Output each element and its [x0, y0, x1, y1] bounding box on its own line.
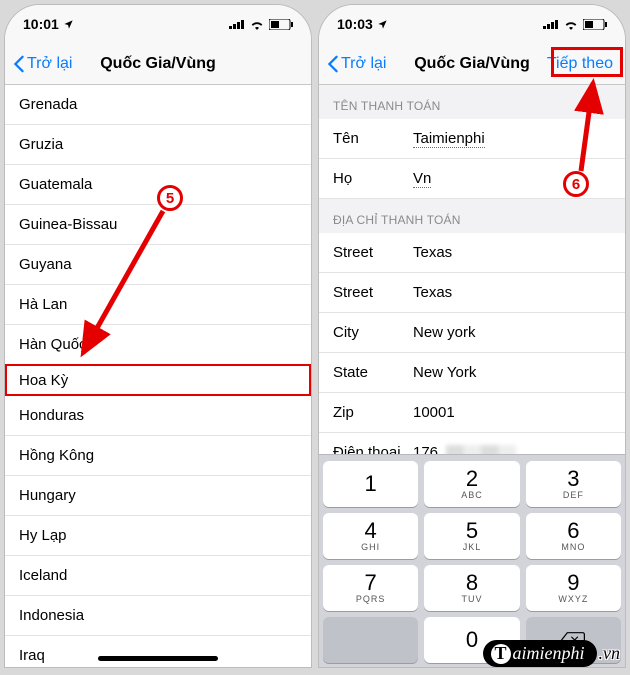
chevron-left-icon: [327, 55, 339, 73]
back-label: Trở lại: [27, 55, 72, 73]
location-icon: [377, 19, 388, 30]
callout-6: 6: [563, 171, 589, 197]
phone-right: 10:03 Trở lại Quốc Gia/Vùng Tiếp theo TÊ…: [318, 4, 626, 668]
battery-icon: [583, 19, 607, 30]
country-row[interactable]: Indonesia: [5, 596, 311, 636]
country-row[interactable]: Iraq: [5, 636, 311, 668]
country-row[interactable]: Hy Lạp: [5, 516, 311, 556]
key-2[interactable]: 2ABC: [424, 461, 519, 507]
field-label: Tên: [333, 130, 413, 147]
field-label: Zip: [333, 404, 413, 421]
wifi-icon: [249, 19, 265, 30]
form-row[interactable]: StreetTexas: [319, 233, 625, 273]
watermark-t-icon: T: [491, 644, 511, 664]
signal-icon: [229, 19, 245, 29]
field-label: Street: [333, 244, 413, 261]
country-row[interactable]: Honduras: [5, 396, 311, 436]
country-list[interactable]: GrenadaGruziaGuatemalaGuinea-BissauGuyan…: [5, 85, 311, 668]
key-1[interactable]: 1: [323, 461, 418, 507]
back-button[interactable]: Trở lại: [13, 55, 72, 73]
home-indicator[interactable]: [98, 656, 218, 661]
field-label: State: [333, 364, 413, 381]
form-row[interactable]: Zip10001: [319, 393, 625, 433]
nav-bar: Trở lại Quốc Gia/Vùng: [5, 43, 311, 85]
field-value: Vn: [413, 170, 431, 188]
numeric-keypad[interactable]: 12ABC3DEF4GHI5JKL6MNO7PQRS8TUV9WXYZ0: [319, 454, 625, 667]
key-blank: [323, 617, 418, 663]
key-8[interactable]: 8TUV: [424, 565, 519, 611]
back-label: Trở lại: [341, 55, 386, 73]
location-icon: [63, 19, 74, 30]
key-4[interactable]: 4GHI: [323, 513, 418, 559]
address-fields: StreetTexasStreetTexasCityNew yorkStateN…: [319, 233, 625, 473]
battery-icon: [269, 19, 293, 30]
field-value: New york: [413, 324, 476, 341]
next-button[interactable]: Tiếp theo: [543, 53, 617, 75]
arrow-5: [65, 203, 175, 373]
callout-5: 5: [157, 185, 183, 211]
status-bar: 10:01: [5, 5, 311, 43]
country-row[interactable]: Hungary: [5, 476, 311, 516]
key-5[interactable]: 5JKL: [424, 513, 519, 559]
field-value: Texas: [413, 244, 452, 261]
status-bar: 10:03: [319, 5, 625, 43]
country-row[interactable]: Gruzia: [5, 125, 311, 165]
form-row[interactable]: CityNew york: [319, 313, 625, 353]
nav-title: Quốc Gia/Vùng: [414, 55, 530, 73]
field-label: City: [333, 324, 413, 341]
country-row[interactable]: Grenada: [5, 85, 311, 125]
key-7[interactable]: 7PQRS: [323, 565, 418, 611]
form-row[interactable]: StreetTexas: [319, 273, 625, 313]
nav-title: Quốc Gia/Vùng: [100, 55, 216, 73]
country-row[interactable]: Iceland: [5, 556, 311, 596]
form-row[interactable]: StateNew York: [319, 353, 625, 393]
signal-icon: [543, 19, 559, 29]
field-value: Texas: [413, 284, 452, 301]
key-6[interactable]: 6MNO: [526, 513, 621, 559]
key-3[interactable]: 3DEF: [526, 461, 621, 507]
key-9[interactable]: 9WXYZ: [526, 565, 621, 611]
field-value: New York: [413, 364, 476, 381]
status-time: 10:03: [337, 16, 373, 32]
phone-left: 10:01 Trở lại Quốc Gia/Vùng GrenadaGruzi…: [4, 4, 312, 668]
field-value: Taimienphi: [413, 130, 485, 148]
back-button[interactable]: Trở lại: [327, 55, 386, 73]
chevron-left-icon: [13, 55, 25, 73]
country-row[interactable]: Hồng Kông: [5, 436, 311, 476]
status-time: 10:01: [23, 16, 59, 32]
field-label: Street: [333, 284, 413, 301]
wifi-icon: [563, 19, 579, 30]
section-header-address: ĐỊA CHỈ THANH TOÁN: [319, 199, 625, 233]
watermark: T aimienphi .vn: [483, 640, 621, 667]
field-label: Họ: [333, 170, 413, 187]
arrow-6: [571, 77, 611, 177]
field-value: 10001: [413, 404, 455, 421]
